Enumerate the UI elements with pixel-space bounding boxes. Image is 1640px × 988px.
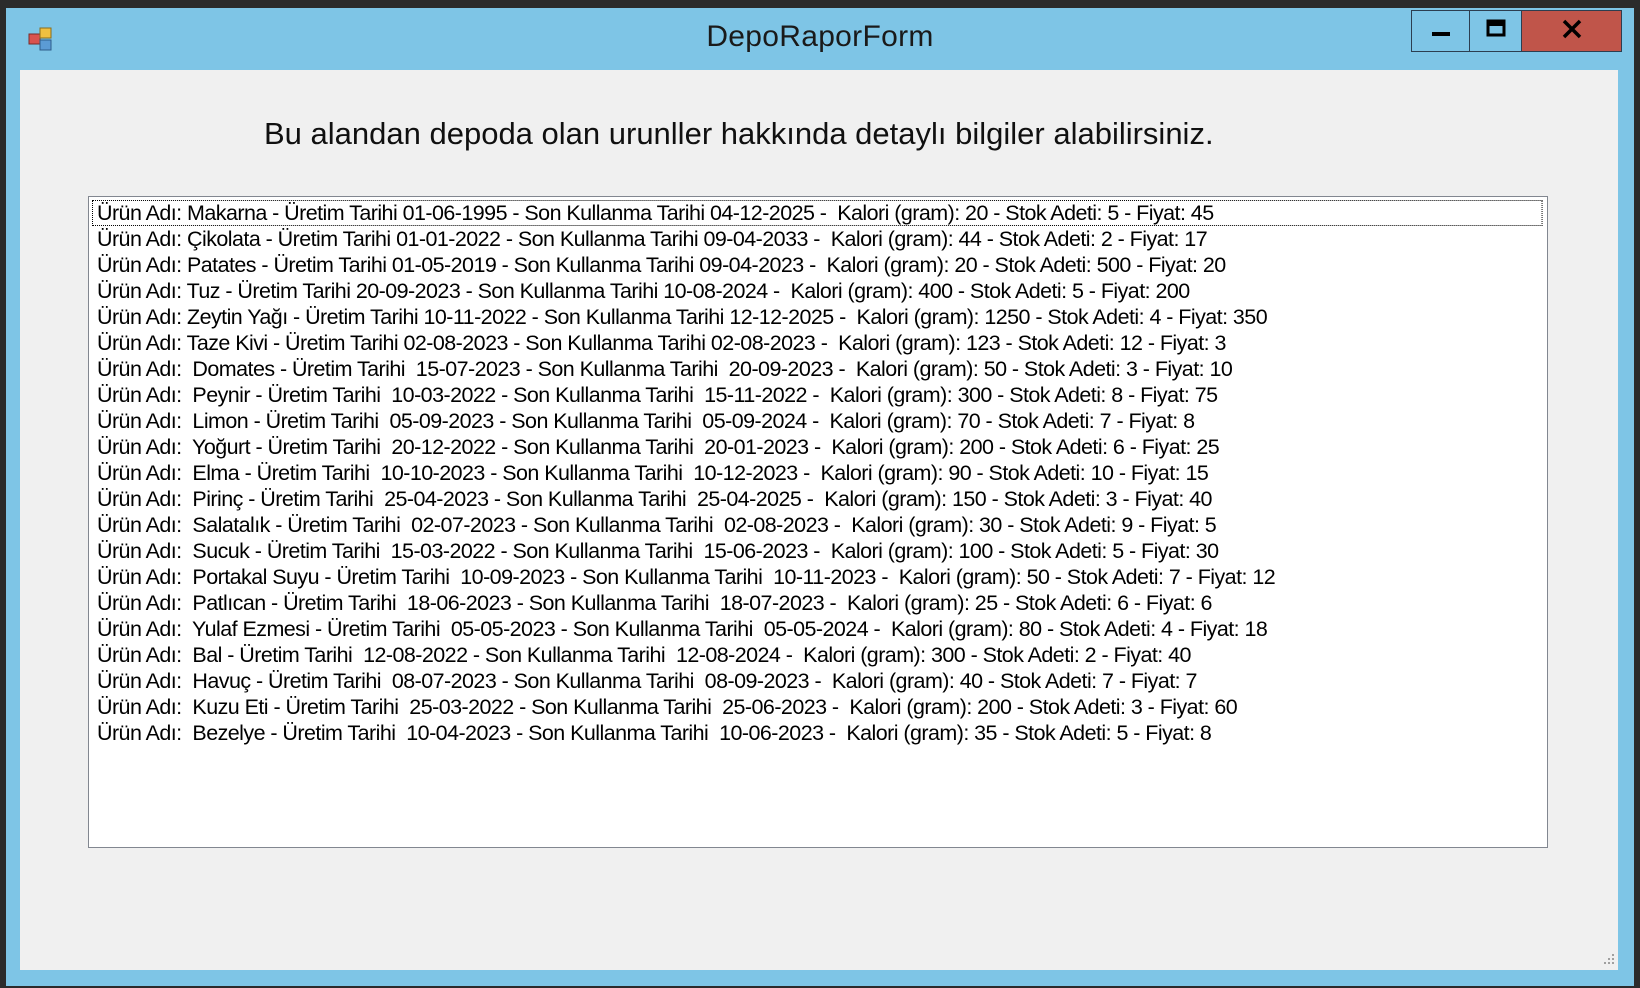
- list-item[interactable]: Ürün Adı: Yoğurt - Üretim Tarihi 20-12-2…: [92, 434, 1543, 460]
- info-label: Bu alandan depoda olan urunller hakkında…: [264, 116, 1214, 151]
- window-controls: [1411, 10, 1622, 52]
- window-title: DepoRaporForm: [706, 20, 934, 53]
- resize-grip-icon[interactable]: [1598, 950, 1616, 968]
- list-item[interactable]: Ürün Adı: Limon - Üretim Tarihi 05-09-20…: [92, 408, 1543, 434]
- minimize-icon: [1430, 18, 1452, 45]
- list-item[interactable]: Ürün Adı: Patates - Üretim Tarihi 01-05-…: [92, 252, 1543, 278]
- minimize-button[interactable]: [1411, 10, 1469, 52]
- close-icon: [1561, 18, 1583, 45]
- app-window: DepoRaporForm Bu alandan depoda olan uru…: [6, 8, 1634, 986]
- title-bar[interactable]: DepoRaporForm: [6, 8, 1634, 70]
- list-item[interactable]: Ürün Adı: Patlıcan - Üretim Tarihi 18-06…: [92, 590, 1543, 616]
- list-item[interactable]: Ürün Adı: Sucuk - Üretim Tarihi 15-03-20…: [92, 538, 1543, 564]
- list-item[interactable]: Ürün Adı: Zeytin Yağı - Üretim Tarihi 10…: [92, 304, 1543, 330]
- form-client-area: Bu alandan depoda olan urunller hakkında…: [20, 70, 1618, 970]
- list-item[interactable]: Ürün Adı: Salatalık - Üretim Tarihi 02-0…: [92, 512, 1543, 538]
- list-item[interactable]: Ürün Adı: Pirinç - Üretim Tarihi 25-04-2…: [92, 486, 1543, 512]
- list-item[interactable]: Ürün Adı: Makarna - Üretim Tarihi 01-06-…: [92, 200, 1543, 226]
- list-item[interactable]: Ürün Adı: Bezelye - Üretim Tarihi 10-04-…: [92, 720, 1543, 746]
- list-item[interactable]: Ürün Adı: Tuz - Üretim Tarihi 20-09-2023…: [92, 278, 1543, 304]
- list-item[interactable]: Ürün Adı: Elma - Üretim Tarihi 10-10-202…: [92, 460, 1543, 486]
- list-item[interactable]: Ürün Adı: Yulaf Ezmesi - Üretim Tarihi 0…: [92, 616, 1543, 642]
- product-listbox[interactable]: Ürün Adı: Makarna - Üretim Tarihi 01-06-…: [88, 196, 1548, 848]
- list-item[interactable]: Ürün Adı: Kuzu Eti - Üretim Tarihi 25-03…: [92, 694, 1543, 720]
- list-item[interactable]: Ürün Adı: Havuç - Üretim Tarihi 08-07-20…: [92, 668, 1543, 694]
- list-item[interactable]: Ürün Adı: Peynir - Üretim Tarihi 10-03-2…: [92, 382, 1543, 408]
- list-item[interactable]: Ürün Adı: Portakal Suyu - Üretim Tarihi …: [92, 564, 1543, 590]
- list-item[interactable]: Ürün Adı: Çikolata - Üretim Tarihi 01-01…: [92, 226, 1543, 252]
- list-item[interactable]: Ürün Adı: Domates - Üretim Tarihi 15-07-…: [92, 356, 1543, 382]
- list-item[interactable]: Ürün Adı: Bal - Üretim Tarihi 12-08-2022…: [92, 642, 1543, 668]
- list-item[interactable]: Ürün Adı: Taze Kivi - Üretim Tarihi 02-0…: [92, 330, 1543, 356]
- maximize-button[interactable]: [1469, 10, 1522, 52]
- maximize-icon: [1485, 18, 1507, 45]
- close-button[interactable]: [1522, 10, 1622, 52]
